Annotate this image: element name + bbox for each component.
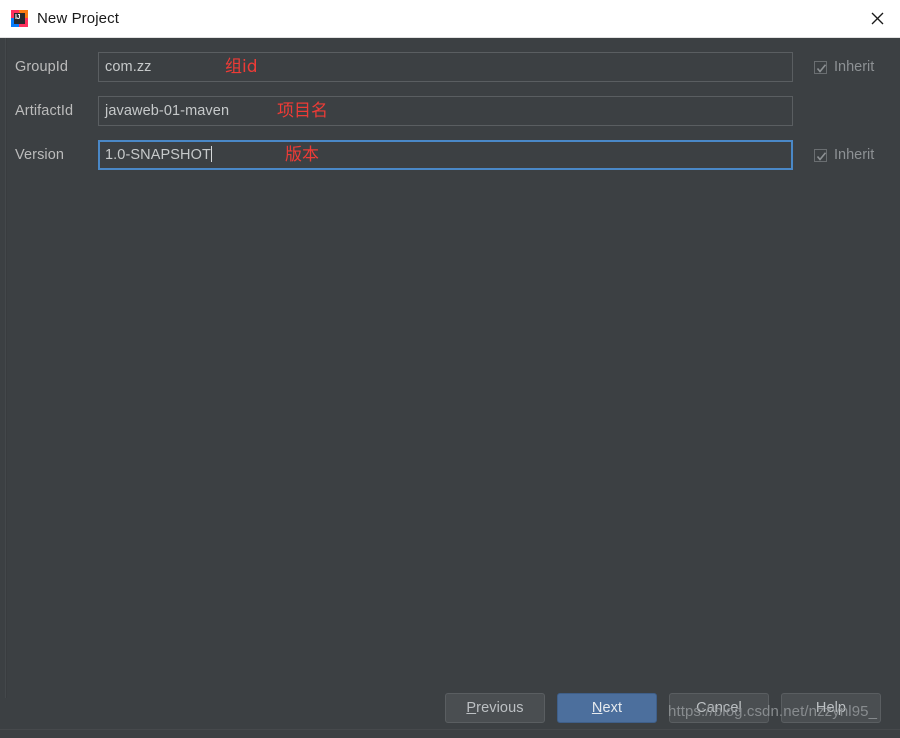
artifactid-input[interactable]: javaweb-01-maven [98, 96, 793, 126]
left-divider-shadow [6, 38, 7, 698]
groupid-label: GroupId [15, 59, 69, 75]
watermark-text: https://blog.csdn.net/nzzynl95_ [668, 703, 878, 720]
new-project-dialog: IJ New Project GroupId com.zz 组id Inheri… [0, 0, 900, 738]
close-icon[interactable] [854, 0, 900, 37]
dialog-titlebar: IJ New Project [0, 0, 900, 38]
form-row-artifactid: ArtifactId javaweb-01-maven 项目名 [0, 96, 900, 126]
groupid-input[interactable]: com.zz [98, 52, 793, 82]
version-label: Version [15, 147, 65, 163]
version-value: 1.0-SNAPSHOT [105, 147, 211, 163]
form-row-groupid: GroupId com.zz 组id Inherit [0, 52, 900, 82]
checkmark-icon [814, 60, 827, 74]
artifactid-value: javaweb-01-maven [105, 103, 230, 119]
dialog-title: New Project [37, 10, 119, 27]
version-inherit-checkbox[interactable]: Inherit [814, 140, 874, 170]
previous-label: revious [476, 700, 524, 716]
version-value-wrap: 1.0-SNAPSHOT [105, 142, 212, 168]
groupid-inherit-label: Inherit [834, 59, 875, 75]
dialog-body: GroupId com.zz 组id Inherit ArtifactId ja… [0, 38, 900, 737]
previous-mnemonic: P [466, 700, 477, 716]
next-label: ext [602, 700, 623, 716]
text-caret [210, 146, 212, 162]
version-inherit-label: Inherit [834, 147, 875, 163]
checkmark-icon [814, 148, 827, 162]
next-mnemonic: N [591, 700, 603, 716]
groupid-value: com.zz [105, 59, 152, 75]
groupid-inherit-checkbox[interactable]: Inherit [814, 52, 874, 82]
version-input[interactable]: 1.0-SNAPSHOT [98, 140, 793, 170]
intellij-idea-icon: IJ [11, 10, 28, 27]
next-button[interactable]: Next [557, 693, 657, 723]
artifactid-label: ArtifactId [15, 103, 74, 119]
previous-button[interactable]: Previous [445, 693, 545, 723]
form-row-version: Version 1.0-SNAPSHOT 版本 Inherit [0, 140, 900, 170]
